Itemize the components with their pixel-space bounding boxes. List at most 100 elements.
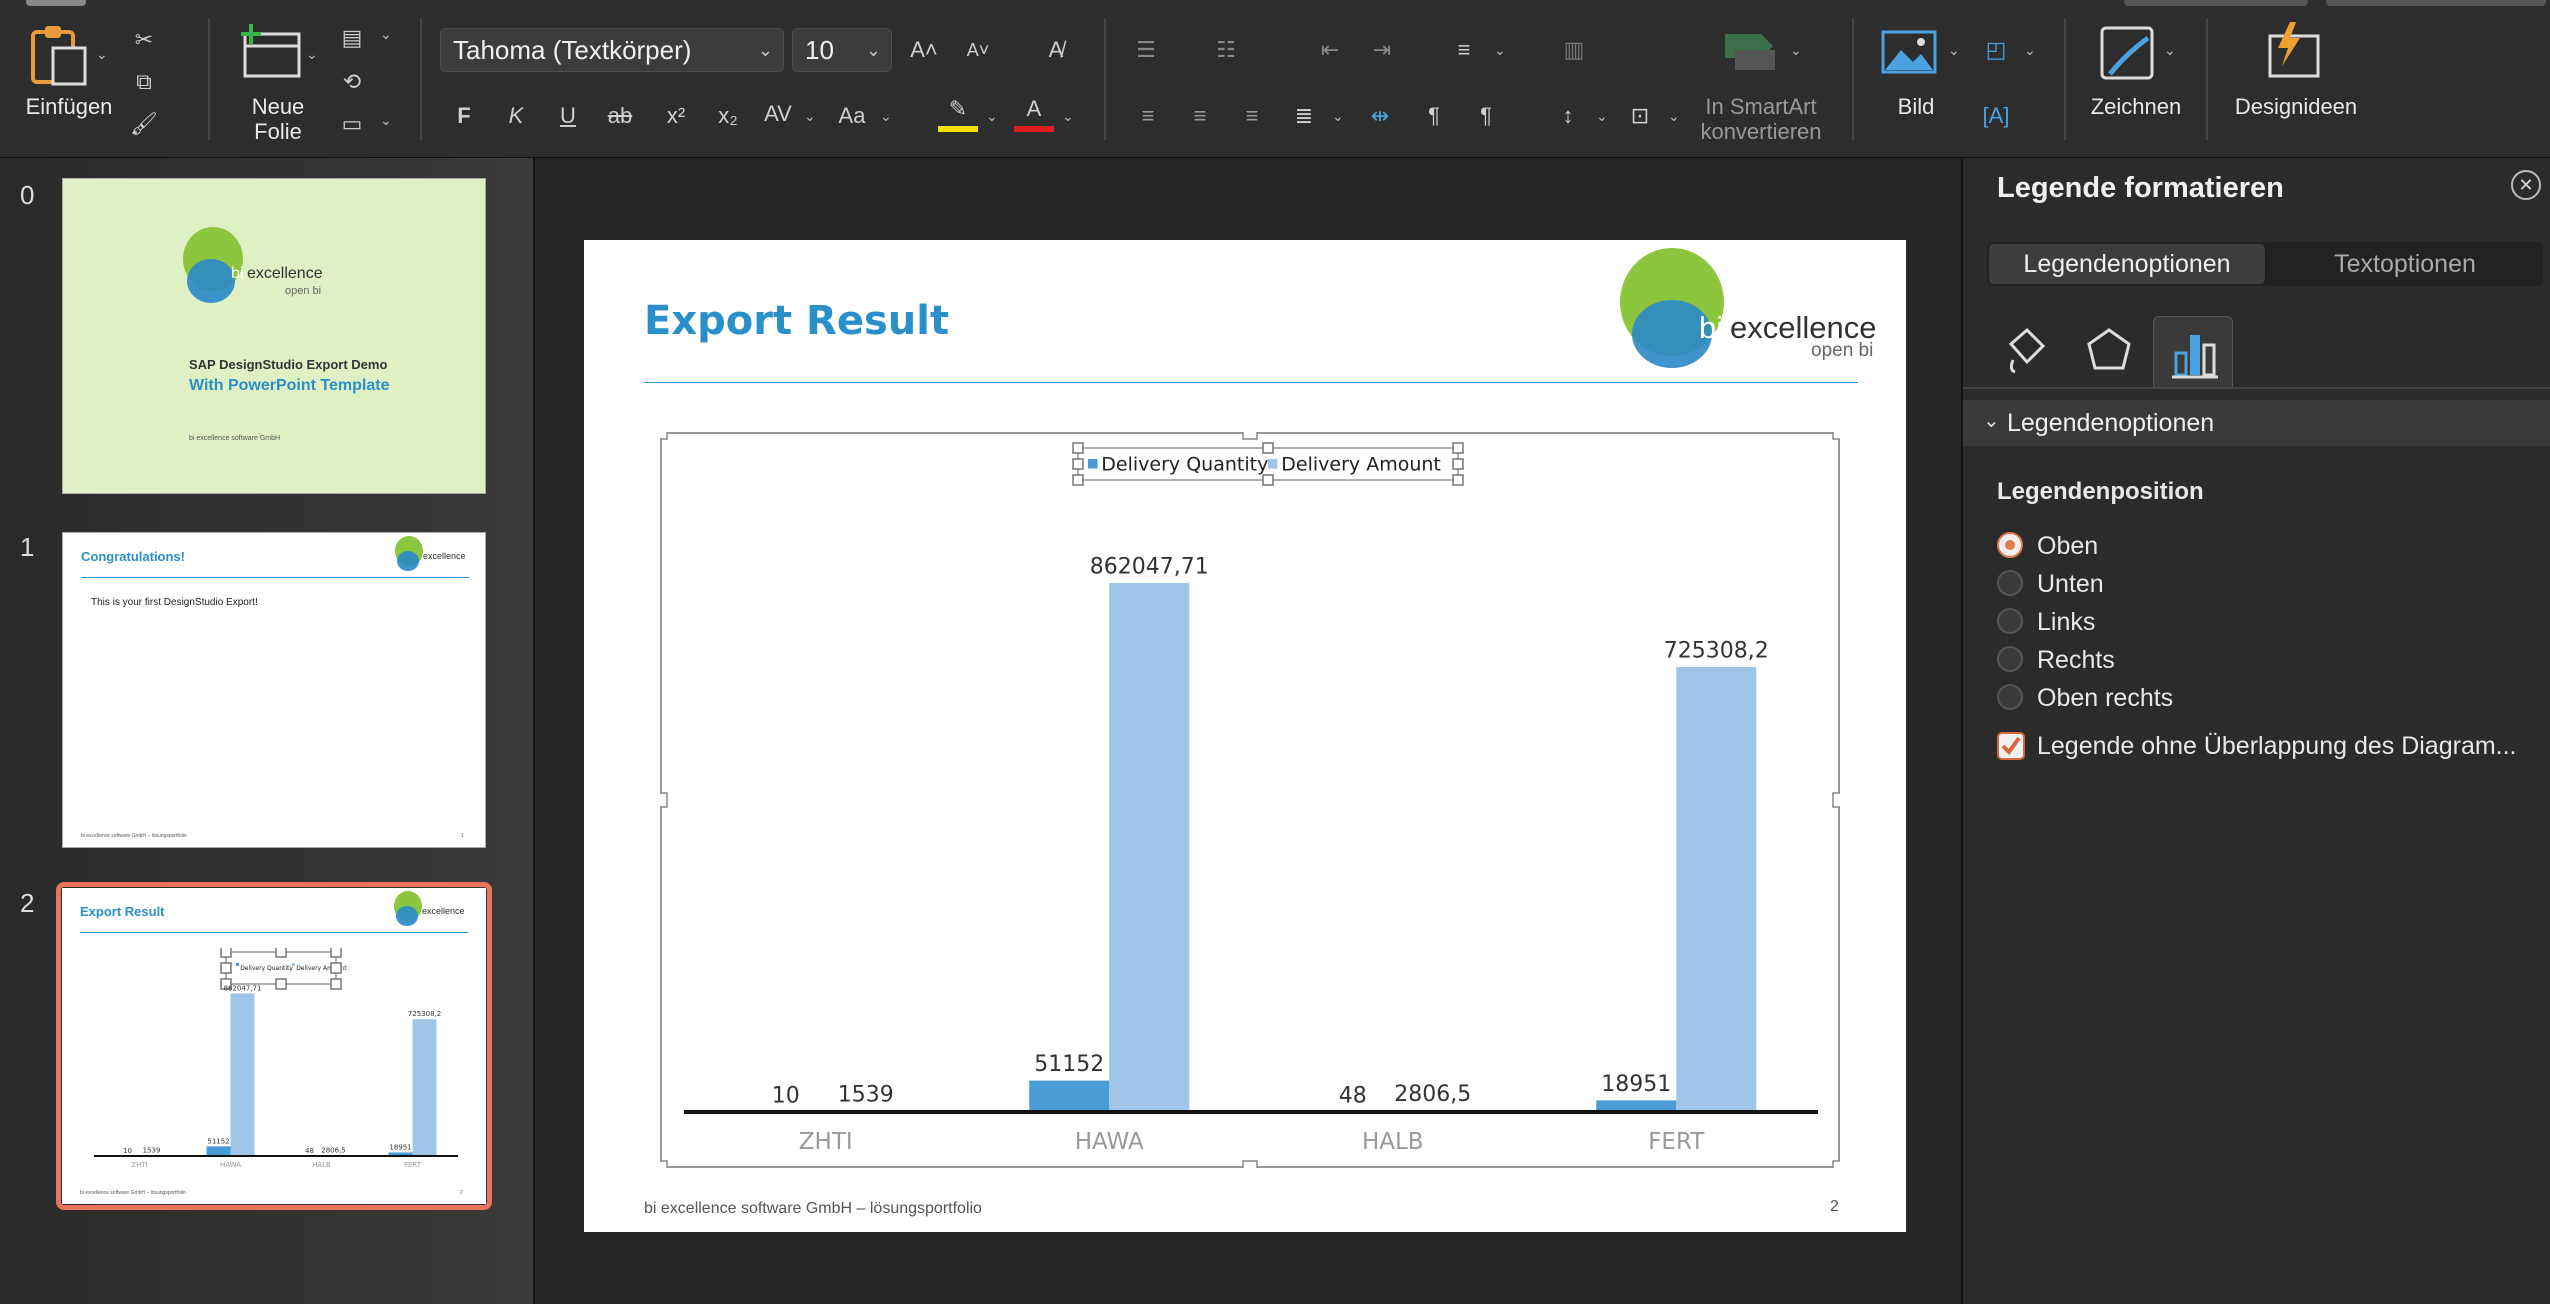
char-spacing-button[interactable]: AV — [756, 94, 800, 134]
numbering-icon[interactable]: ☷ — [1206, 30, 1246, 70]
radio-bottom[interactable] — [1997, 570, 2023, 596]
new-slide-label-2[interactable]: Folie — [230, 119, 326, 145]
tab-legend-options[interactable]: Legendenoptionen — [1989, 244, 2265, 284]
fill-line-icon[interactable] — [1997, 320, 2057, 380]
rtl-icon[interactable]: ¶ — [1466, 96, 1506, 136]
thumbnail-title: Congratulations! — [81, 549, 185, 564]
radio-top[interactable] — [1997, 532, 2023, 558]
slide-title[interactable]: Export Result — [644, 298, 949, 344]
thumbnail-body: This is your first DesignStudio Export! — [91, 597, 258, 608]
radio-left-label[interactable]: Links — [2037, 608, 2095, 637]
align-center-icon[interactable]: ≡ — [1180, 96, 1220, 136]
new-slide-label[interactable]: Neue — [230, 94, 326, 120]
shrink-font-icon[interactable]: A˅ — [958, 30, 998, 70]
close-icon[interactable]: ✕ — [2511, 170, 2541, 200]
font-color-icon[interactable]: A — [1014, 92, 1054, 132]
paste-icon[interactable] — [20, 22, 100, 86]
change-case-button[interactable]: Aa — [830, 96, 874, 136]
font-size-select[interactable]: 10 ⌄ — [792, 28, 892, 72]
text-direction-icon[interactable]: ↕ — [1548, 96, 1588, 136]
data-label: 48 — [1339, 1083, 1367, 1108]
bullets-icon[interactable]: ☰ — [1126, 30, 1166, 70]
radio-left[interactable] — [1997, 608, 2023, 634]
cut-icon[interactable]: ✂ — [124, 20, 164, 60]
chart-selection-handle — [1832, 432, 1840, 440]
radio-top-right-label[interactable]: Oben rechts — [2037, 684, 2173, 713]
format-painter-icon[interactable]: 🖌 — [124, 104, 164, 144]
paste-label[interactable]: Einfügen — [14, 94, 124, 120]
justify-icon[interactable]: ≣ — [1284, 96, 1324, 136]
radio-top-label[interactable]: Oben — [2037, 532, 2098, 561]
thumbnail-slide-2[interactable]: Export Result excellence Delivery Quanti… — [62, 888, 486, 1204]
subscript-button[interactable]: x₂ — [708, 96, 748, 136]
data-label: 51152 — [207, 1137, 229, 1145]
legend-selection-handle — [275, 948, 287, 958]
effects-icon[interactable] — [2079, 320, 2139, 380]
font-name-select[interactable]: Tahoma (Textkörper) ⌄ — [440, 28, 784, 72]
data-label: 18951 — [1601, 1072, 1671, 1097]
overlap-checkbox[interactable] — [1997, 732, 2025, 760]
decrease-indent-icon[interactable]: ⇤ — [1310, 30, 1350, 70]
columns-icon[interactable]: ▥ — [1554, 30, 1594, 70]
radio-right[interactable] — [1997, 646, 2023, 672]
logo-text-openbi: open bi — [285, 285, 322, 297]
distribute-icon[interactable]: ⇹ — [1360, 96, 1400, 136]
shapes-icon[interactable]: ◰ — [1976, 30, 2016, 70]
draw-label[interactable]: Zeichnen — [2076, 94, 2196, 120]
data-label: 10 — [123, 1147, 132, 1155]
smartart-icon[interactable] — [1716, 26, 1786, 85]
legend-swatch-1 — [1268, 459, 1278, 469]
section-icon[interactable]: ▭ — [332, 104, 372, 144]
new-slide-icon[interactable] — [232, 22, 312, 82]
underline-button[interactable]: U — [548, 96, 588, 136]
textbox-icon[interactable]: [A] — [1976, 96, 2016, 136]
italic-button[interactable]: K — [496, 96, 536, 136]
align-text-icon[interactable]: ⊡ — [1620, 96, 1660, 136]
legend-options-icon[interactable] — [2153, 316, 2233, 388]
legend-swatch-0 — [1088, 459, 1098, 469]
clear-format-icon[interactable]: A̸ — [1036, 30, 1076, 70]
legend-selection-handle — [220, 948, 232, 958]
overlap-checkbox-label[interactable]: Legende ohne Überlappung des Diagram... — [2037, 732, 2517, 761]
ltr-icon[interactable]: ¶ — [1414, 96, 1454, 136]
bold-button[interactable]: F — [444, 96, 484, 136]
picture-label[interactable]: Bild — [1876, 94, 1956, 120]
increase-indent-icon[interactable]: ⇥ — [1362, 30, 1402, 70]
draw-icon[interactable] — [2090, 24, 2166, 95]
copy-icon[interactable]: ⧉ — [124, 62, 164, 102]
chart[interactable]: Delivery Quantity Delivery Amount 10 1539 ZH… — [660, 432, 1840, 1168]
thumbnail-chart: Delivery Quantity Delivery Amount10 1539ZH… — [94, 948, 458, 1169]
legend-position-heading: Legendenposition — [1997, 478, 2204, 505]
slide-canvas[interactable]: Export Result bi excellence open bi Deli… — [584, 240, 1906, 1232]
thumbnail-divider — [81, 577, 469, 578]
radio-bottom-label[interactable]: Unten — [2037, 570, 2104, 599]
legend-selection-handle — [1262, 442, 1274, 454]
layout-icon[interactable]: ▤ — [332, 18, 372, 58]
grow-font-icon[interactable]: A˄ — [904, 30, 944, 70]
line-spacing-icon[interactable]: ≡ — [1444, 30, 1484, 70]
smartart-label-2[interactable]: konvertieren — [1686, 119, 1836, 145]
legend-swatch-0 — [236, 963, 239, 966]
top-right-tab — [2124, 0, 2308, 6]
thumbnail-number: 1 — [20, 532, 35, 562]
design-ideas-label[interactable]: Designideen — [2216, 94, 2376, 120]
align-left-icon[interactable]: ≡ — [1128, 96, 1168, 136]
radio-right-label[interactable]: Rechts — [2037, 646, 2115, 675]
picture-icon[interactable] — [1874, 26, 1944, 87]
thumbnail-slide-0[interactable]: bi excellence open bi SAP DesignStudio E… — [62, 178, 486, 494]
category-label: HAWA — [1075, 1129, 1144, 1155]
thumbnail-slide-1[interactable]: Congratulations! excellence This is your… — [62, 532, 486, 848]
tab-text-options[interactable]: Textoptionen — [2269, 244, 2541, 284]
radio-top-right[interactable] — [1997, 684, 2023, 710]
align-right-icon[interactable]: ≡ — [1232, 96, 1272, 136]
superscript-button[interactable]: x² — [656, 96, 696, 136]
section-header-legend-options[interactable]: ⌄ Legendenoptionen — [1963, 400, 2550, 446]
smartart-label-1[interactable]: In SmartArt — [1686, 94, 1836, 120]
legend-selection-handle — [1072, 442, 1084, 454]
strikethrough-button[interactable]: ab — [600, 96, 640, 136]
legend-selection-handle — [1072, 458, 1084, 470]
pane-title: Legende formatieren — [1997, 172, 2284, 204]
reset-icon[interactable]: ⟲ — [332, 62, 372, 102]
design-ideas-icon[interactable] — [2254, 20, 2330, 91]
highlight-icon[interactable]: ✎ — [938, 92, 978, 132]
